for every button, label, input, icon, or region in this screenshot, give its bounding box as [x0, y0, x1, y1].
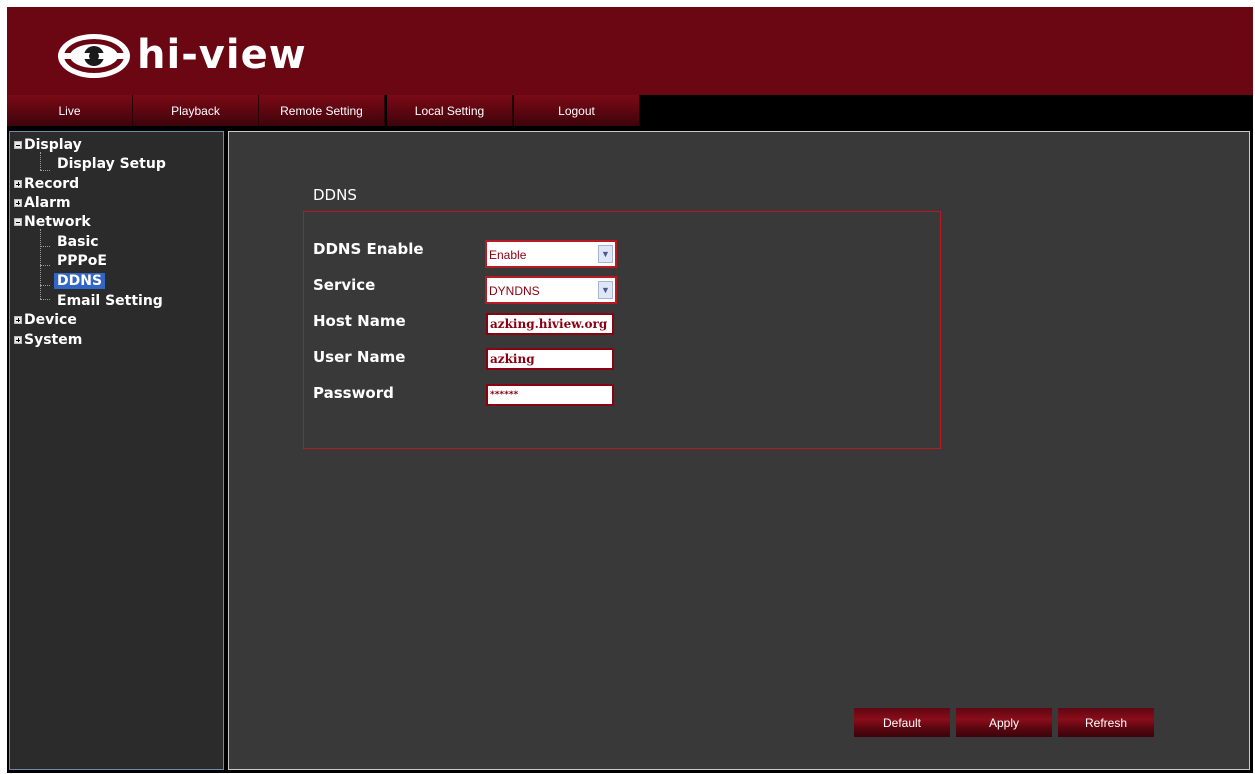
tree-item-display[interactable]: Display — [14, 136, 82, 154]
expand-icon[interactable] — [14, 180, 22, 188]
top-nav: Live Playback Remote Setting Local Setti… — [7, 95, 1253, 127]
chevron-down-icon[interactable]: ▼ — [598, 281, 613, 299]
logo-text: hi-view — [137, 32, 307, 78]
tree-label: Alarm — [24, 195, 71, 211]
nav-logout-label: Logout — [558, 103, 595, 118]
ddns-enable-label: DDNS Enable — [313, 240, 424, 258]
tree-label: Network — [24, 214, 91, 230]
tree-label: Device — [24, 312, 77, 328]
nav-playback[interactable]: Playback — [133, 95, 259, 126]
nav-remote-setting[interactable]: Remote Setting — [259, 95, 385, 126]
tree-line — [40, 265, 50, 266]
expand-icon[interactable] — [14, 199, 22, 207]
tree-line — [40, 299, 50, 300]
nav-local-setting-label: Local Setting — [414, 103, 485, 118]
service-label: Service — [313, 276, 376, 294]
collapse-icon[interactable] — [14, 218, 22, 226]
password-input[interactable]: ****** — [486, 384, 614, 406]
password-label: Password — [313, 384, 394, 402]
tree-item-alarm[interactable]: Alarm — [14, 194, 71, 212]
expand-icon[interactable] — [14, 336, 22, 344]
tree-line — [40, 246, 50, 247]
tree-label-selected: DDNS — [54, 273, 106, 289]
tree-item-network[interactable]: Network — [14, 213, 91, 231]
service-value: DYNDNS — [489, 284, 540, 298]
tree-label: Basic — [57, 234, 99, 250]
nav-remote-setting-label: Remote Setting — [280, 103, 363, 118]
tree-label: Record — [24, 176, 80, 192]
nav-live[interactable]: Live — [7, 95, 133, 126]
tree-line — [40, 170, 50, 171]
host-name-label: Host Name — [313, 312, 406, 330]
tree-line — [40, 152, 41, 170]
default-button[interactable]: Default — [854, 708, 950, 737]
tree-item-device[interactable]: Device — [14, 311, 77, 329]
tree-label: Display — [24, 137, 82, 153]
logo: hi-view — [55, 29, 315, 89]
service-select[interactable]: DYNDNS ▼ — [485, 276, 617, 304]
expand-icon[interactable] — [14, 316, 22, 324]
ddns-enable-value: Enable — [489, 248, 527, 262]
ddns-enable-select[interactable]: Enable ▼ — [485, 240, 617, 268]
nav-live-label: Live — [58, 103, 81, 118]
tree-label: PPPoE — [57, 253, 107, 269]
tree-item-email-setting[interactable]: Email Setting — [57, 292, 163, 310]
nav-logout[interactable]: Logout — [514, 95, 640, 126]
section-title: DDNS — [313, 186, 357, 204]
tree-item-ddns[interactable]: DDNS — [54, 272, 106, 290]
header-bar: hi-view — [7, 7, 1253, 95]
host-name-input[interactable]: azking.hiview.org — [486, 313, 614, 335]
chevron-down-icon[interactable]: ▼ — [598, 245, 613, 263]
tree-item-system[interactable]: System — [14, 331, 82, 349]
tree-item-basic[interactable]: Basic — [57, 233, 99, 251]
tree-label: Display Setup — [57, 156, 166, 172]
apply-button[interactable]: Apply — [956, 708, 1052, 737]
tree-line — [40, 285, 50, 286]
tree-line — [40, 229, 41, 299]
collapse-icon[interactable] — [14, 141, 22, 149]
eye-logo-icon — [58, 34, 130, 78]
refresh-button[interactable]: Refresh — [1058, 708, 1154, 737]
tree-label: Email Setting — [57, 293, 163, 309]
nav-local-setting[interactable]: Local Setting — [387, 95, 513, 126]
user-name-input[interactable]: azking — [486, 348, 614, 370]
tree-label: System — [24, 332, 83, 348]
user-name-label: User Name — [313, 348, 406, 366]
tree-item-pppoe[interactable]: PPPoE — [57, 252, 107, 270]
tree-item-record[interactable]: Record — [14, 175, 79, 193]
tree-item-display-setup[interactable]: Display Setup — [57, 155, 166, 173]
nav-playback-label: Playback — [171, 103, 220, 118]
